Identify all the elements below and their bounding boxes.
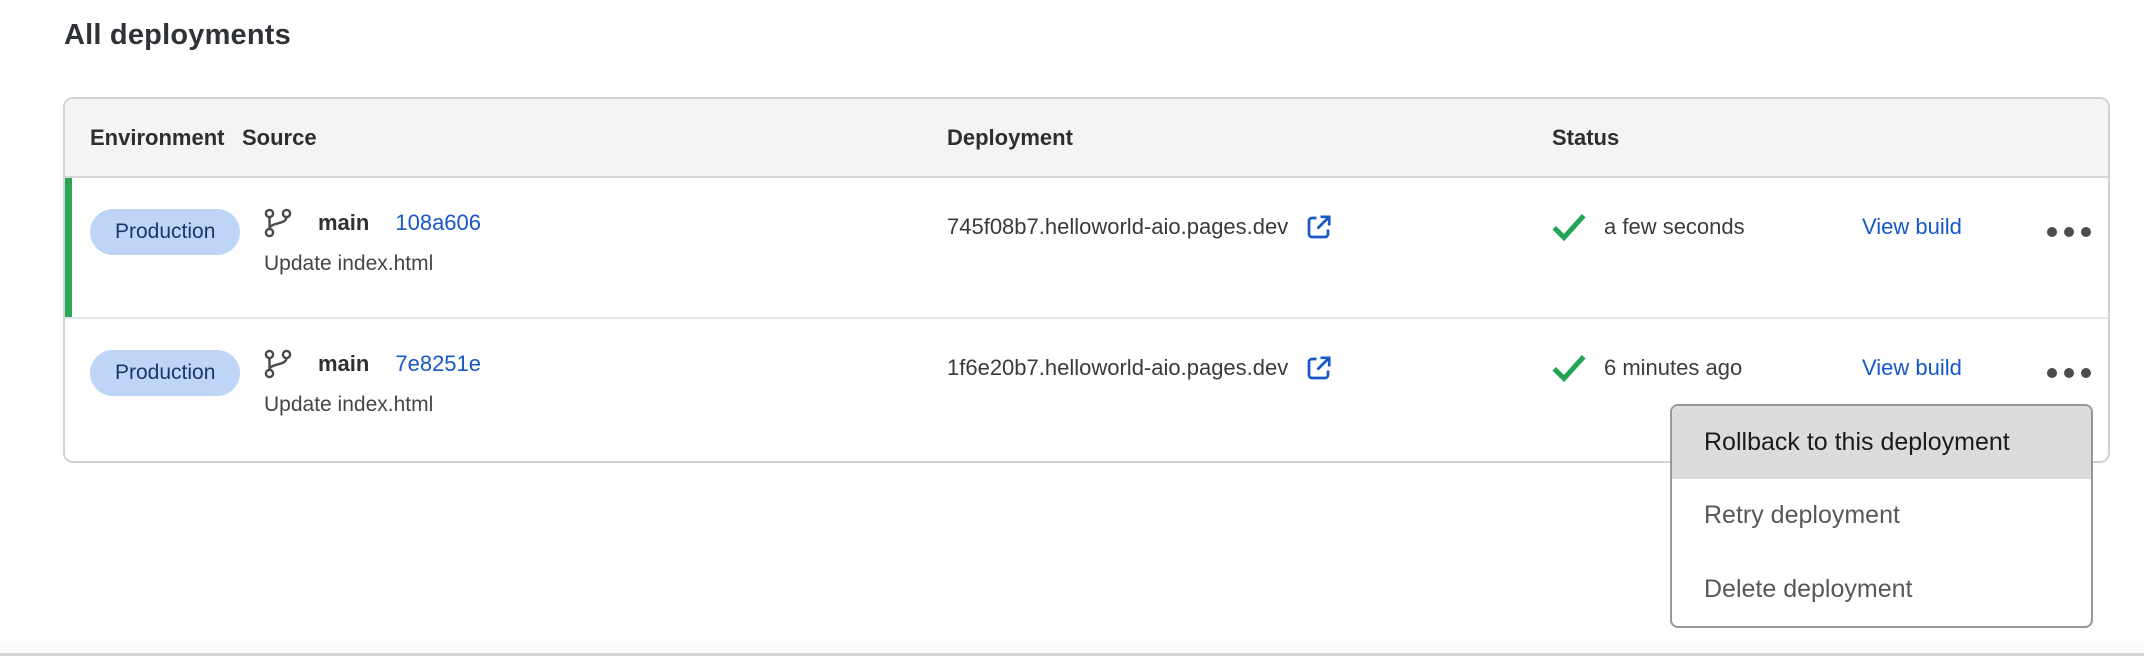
current-deployment-indicator: [65, 178, 72, 317]
menu-item-rollback[interactable]: Rollback to this deployment: [1672, 406, 2091, 479]
commit-link[interactable]: 108a606: [395, 210, 481, 236]
commit-message: Update index.html: [264, 252, 947, 276]
ellipsis-icon: [2047, 368, 2057, 378]
deployment-row: Production main 108a606 Update index.htm…: [65, 178, 2108, 319]
header-deployment: Deployment: [947, 125, 1552, 151]
environment-badge: Production: [90, 209, 240, 255]
view-build-link[interactable]: View build: [1862, 214, 1962, 239]
git-branch-icon: [264, 349, 292, 379]
ellipsis-icon: [2047, 227, 2057, 237]
bottom-divider: [0, 641, 2144, 656]
commit-link[interactable]: 7e8251e: [395, 351, 481, 377]
menu-item-delete[interactable]: Delete deployment: [1672, 553, 2091, 626]
branch-name: main: [318, 351, 369, 377]
header-status: Status: [1552, 125, 1862, 151]
git-branch-icon: [264, 208, 292, 238]
row-actions-menu: Rollback to this deployment Retry deploy…: [1670, 404, 2093, 628]
row-actions-button[interactable]: [2047, 227, 2091, 237]
header-source: Source: [242, 125, 947, 151]
external-link-icon[interactable]: [1304, 353, 1334, 383]
deployment-url: 1f6e20b7.helloworld-aio.pages.dev: [947, 353, 1288, 383]
row-actions-button[interactable]: [2047, 368, 2091, 378]
deployment-time: a few seconds: [1604, 212, 1745, 242]
commit-message: Update index.html: [264, 393, 947, 417]
check-icon: [1552, 354, 1586, 383]
page-title: All deployments: [64, 19, 291, 52]
menu-item-retry[interactable]: Retry deployment: [1672, 479, 2091, 552]
deployment-time: 6 minutes ago: [1604, 353, 1742, 383]
header-environment: Environment: [65, 125, 242, 151]
deployment-url: 745f08b7.helloworld-aio.pages.dev: [947, 212, 1288, 242]
check-icon: [1552, 213, 1586, 242]
branch-name: main: [318, 210, 369, 236]
view-build-link[interactable]: View build: [1862, 355, 1962, 380]
environment-badge: Production: [90, 350, 240, 396]
table-header-row: Environment Source Deployment Status: [65, 99, 2108, 178]
external-link-icon[interactable]: [1304, 212, 1334, 242]
